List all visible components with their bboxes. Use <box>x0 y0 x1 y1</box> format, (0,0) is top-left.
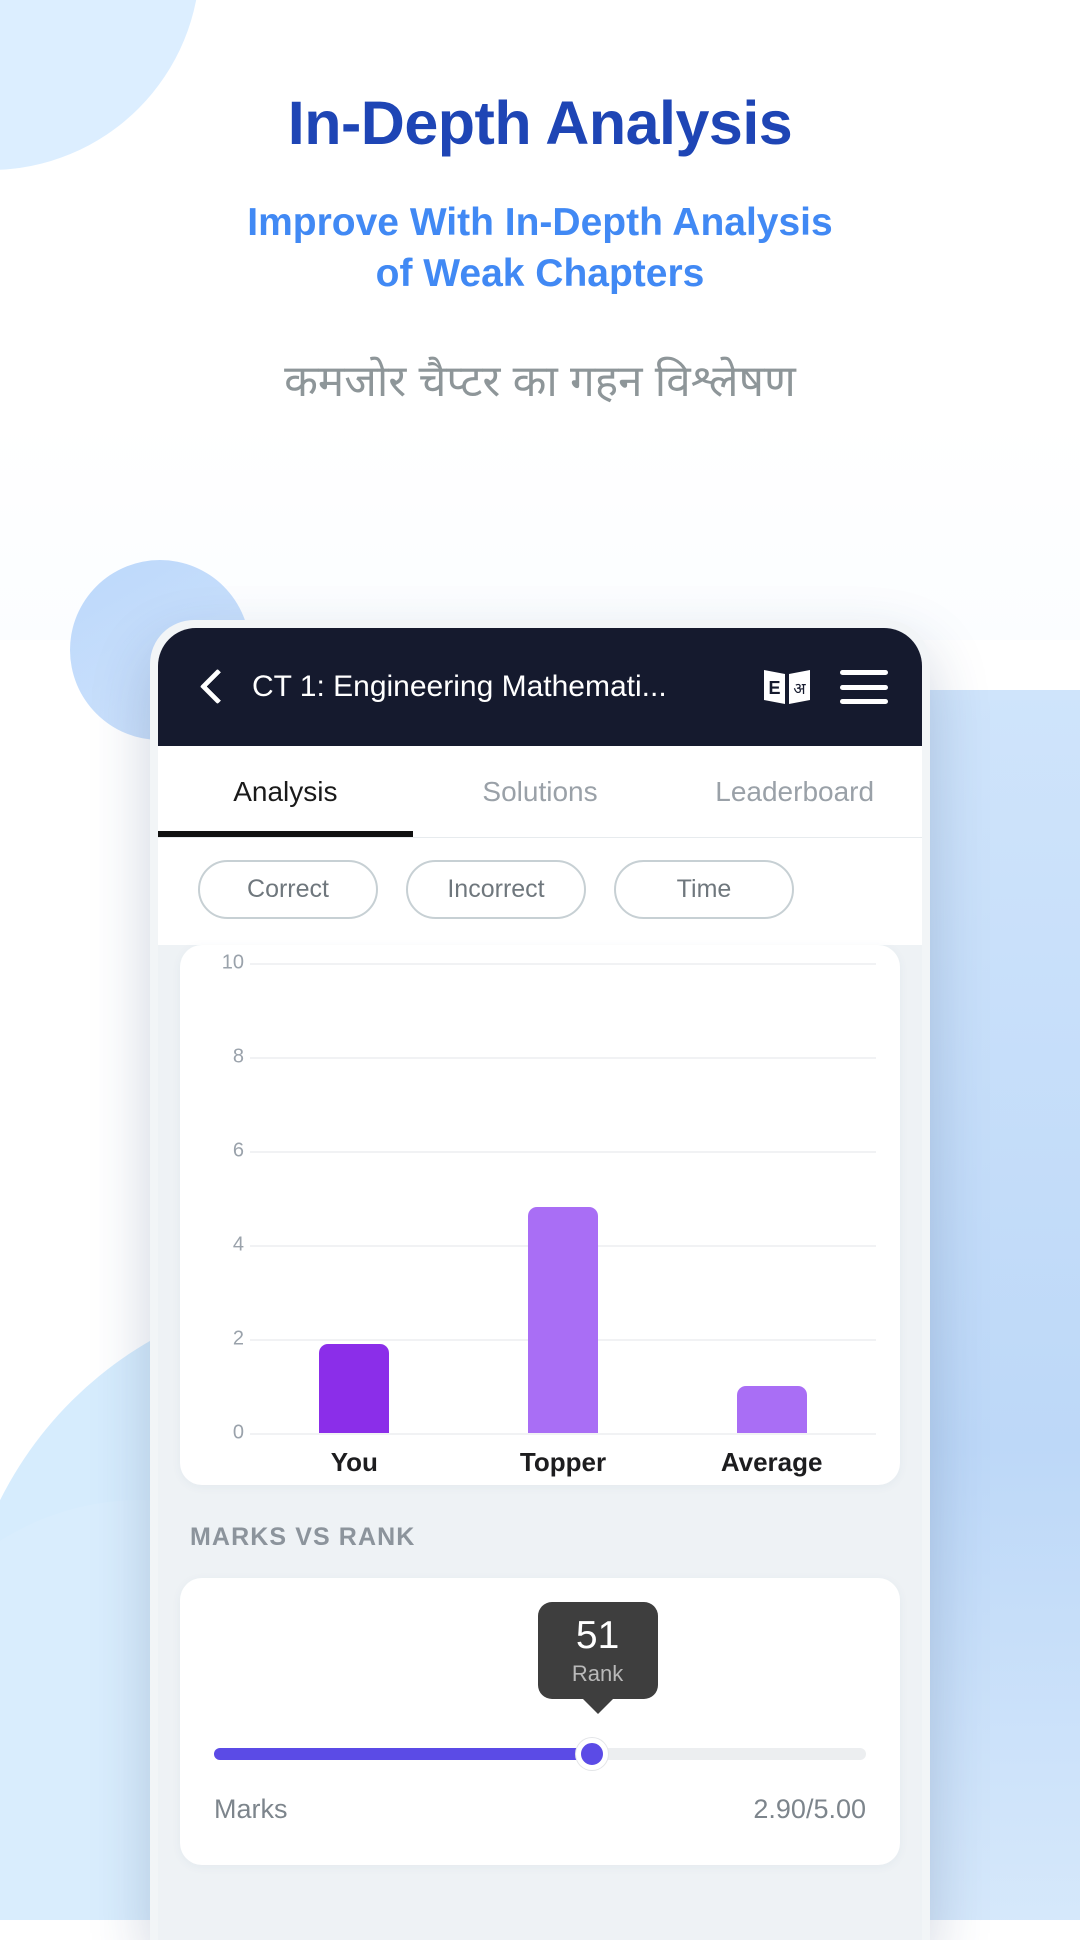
phone-screen: CT 1: Engineering Mathemati... E अ Analy… <box>158 628 922 1940</box>
tab-bar: Analysis Solutions Leaderboard <box>158 746 922 838</box>
tab-leaderboard[interactable]: Leaderboard <box>667 746 922 837</box>
marks-vs-rank-label: MARKS VS RANK <box>190 1523 416 1551</box>
marks-vs-rank-card: 51 Rank Marks 2.90/5.00 <box>180 1578 900 1865</box>
rank-tooltip-value: 51 <box>575 1614 620 1657</box>
hamburger-bar <box>840 684 888 690</box>
bar-chart-x-axis: You Topper Average <box>250 1433 876 1478</box>
y-axis-tick-label: 10 <box>221 951 244 974</box>
chip-correct[interactable]: Correct <box>198 860 378 919</box>
svg-text:अ: अ <box>793 681 806 698</box>
y-axis-tick-label: 2 <box>232 1327 244 1350</box>
y-axis-tick-label: 4 <box>232 1233 244 1256</box>
x-axis-label-average: Average <box>720 1447 823 1477</box>
bar-wrap-topper <box>503 963 623 1433</box>
app-header-title: CT 1: Engineering Mathemati... <box>252 670 667 703</box>
promo-subtitle-line-1: Improve With In-Depth Analysis <box>247 201 833 244</box>
tab-solutions[interactable]: Solutions <box>413 746 668 837</box>
hamburger-bar <box>840 699 888 704</box>
promo-hindi-text: कमजोर चैप्टर का गहन विश्लेषण <box>284 357 796 407</box>
hamburger-menu-icon[interactable] <box>840 670 888 704</box>
phone-shell: CT 1: Engineering Mathemati... E अ Analy… <box>150 620 930 1940</box>
language-book-icon[interactable]: E अ <box>760 664 814 710</box>
slider-legend: Marks 2.90/5.00 <box>214 1794 866 1825</box>
promo-subtitle: Improve With In-Depth Analysis of Weak C… <box>0 198 1080 299</box>
y-axis-tick-label: 8 <box>232 1045 244 1068</box>
page-title: In-Depth Analysis <box>287 89 793 157</box>
bar-average[interactable] <box>736 1386 807 1433</box>
slider-right-label: 2.90/5.00 <box>753 1794 866 1824</box>
performance-chart-card: 0 2 4 6 8 10 You Topper Average <box>180 945 900 1485</box>
chip-time[interactable]: Time <box>614 860 794 919</box>
tab-analysis[interactable]: Analysis <box>158 746 413 837</box>
promo-headings: In-Depth Analysis Improve With In-Depth … <box>0 0 1080 409</box>
x-axis-label-you: You <box>330 1447 378 1477</box>
marks-slider[interactable] <box>214 1738 866 1770</box>
filter-chip-row: Correct Incorrect Time <box>158 838 922 945</box>
app-header: CT 1: Engineering Mathemati... E अ <box>158 628 922 746</box>
chip-incorrect[interactable]: Incorrect <box>406 860 586 919</box>
rank-tooltip: 51 Rank <box>537 1602 658 1699</box>
back-chevron-icon[interactable] <box>192 666 234 708</box>
bar-wrap-you <box>294 963 414 1433</box>
slider-fill <box>214 1748 593 1760</box>
phone-mockup: CT 1: Engineering Mathemati... E अ Analy… <box>150 620 930 1940</box>
bar-topper[interactable] <box>527 1207 598 1433</box>
rank-tooltip-label: Rank <box>571 1661 624 1686</box>
promo-subtitle-line-2: of Weak Chapters <box>375 251 705 295</box>
x-axis-label-topper: Topper <box>519 1447 607 1477</box>
chart-gridline <box>250 1433 876 1435</box>
y-axis-tick-label: 0 <box>232 1421 244 1444</box>
slider-thumb[interactable] <box>576 1738 609 1770</box>
bar-chart: 0 2 4 6 8 10 <box>198 952 882 1444</box>
svg-text:E: E <box>768 678 780 698</box>
chart-bars <box>250 963 876 1433</box>
slider-left-label: Marks <box>214 1794 288 1824</box>
hamburger-bar <box>840 670 888 675</box>
bar-wrap-average <box>712 963 832 1433</box>
y-axis-tick-label: 6 <box>232 1139 244 1162</box>
bar-you[interactable] <box>319 1343 390 1433</box>
